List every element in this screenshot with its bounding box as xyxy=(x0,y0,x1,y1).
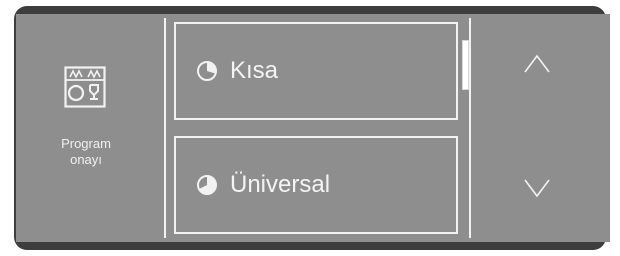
program-item-label: Üniversal xyxy=(230,171,331,198)
program-item-label: Kısa xyxy=(230,57,279,84)
scroll-up-button[interactable] xyxy=(519,50,555,78)
display-screen: Program onayı Kısa Üniversal xyxy=(16,14,610,242)
pie-half-icon xyxy=(197,175,217,195)
scrollbar-thumb[interactable] xyxy=(462,40,469,90)
program-confirm-label-line2: onayı xyxy=(70,152,102,167)
scroll-down-button[interactable] xyxy=(519,174,555,202)
right-divider xyxy=(469,18,471,238)
program-confirm-button[interactable]: Program onayı xyxy=(16,14,164,242)
chevron-up-icon xyxy=(524,54,550,73)
chevron-down-icon xyxy=(524,179,550,198)
pie-quarter-icon xyxy=(197,61,217,81)
program-confirm-label-line1: Program xyxy=(61,136,111,151)
dishwasher-program-icon xyxy=(64,66,106,108)
program-item-universal[interactable]: Üniversal xyxy=(174,136,458,234)
left-divider xyxy=(164,18,166,238)
program-item-kisa[interactable]: Kısa xyxy=(174,22,458,120)
program-confirm-label: Program onayı xyxy=(46,136,126,168)
